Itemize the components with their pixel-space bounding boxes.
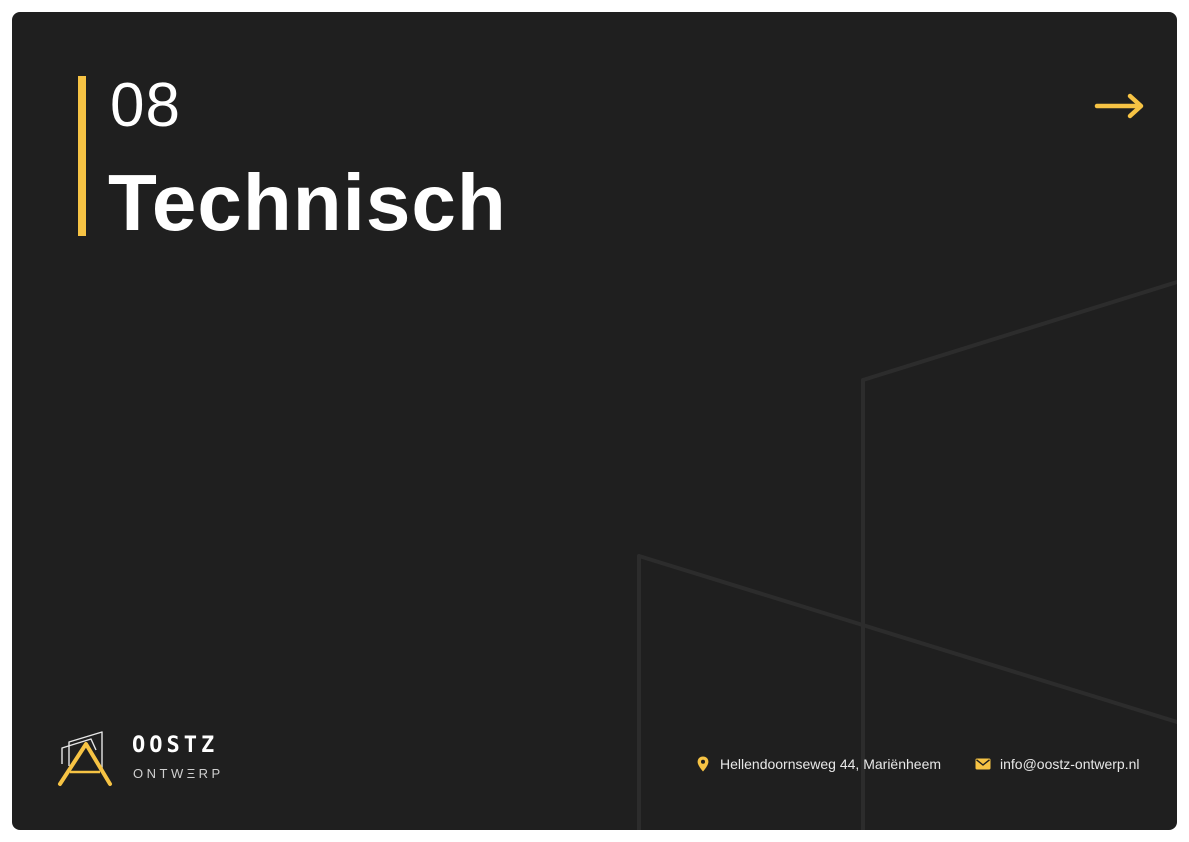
contact-email[interactable]: info@oostz-ontwerp.nl [975,754,1140,774]
oostz-logo-mark-icon [58,731,112,786]
address-text: Hellendoornseweg 44, Mariënheem [720,756,942,772]
section-accent-bar [78,76,86,236]
email-link[interactable]: info@oostz-ontwerp.nl [1000,756,1140,772]
logo-subtitle: ONTWΞRP [133,766,224,781]
background-architectural-lines [637,280,1177,830]
arrow-right-icon[interactable] [1094,92,1146,120]
logo-name: OOSTZ [132,733,219,758]
section-number: 08 [110,71,181,140]
page-card: 08 Technisch OOSTZ ONTWΞRP Hellendoornse… [12,12,1177,830]
contact-address: Hellendoornseweg 44, Mariënheem [695,754,941,774]
company-logo: OOSTZ ONTWΞRP [56,728,256,788]
section-title: Technisch [108,158,507,247]
envelope-icon [975,758,991,770]
location-pin-icon [697,756,709,772]
